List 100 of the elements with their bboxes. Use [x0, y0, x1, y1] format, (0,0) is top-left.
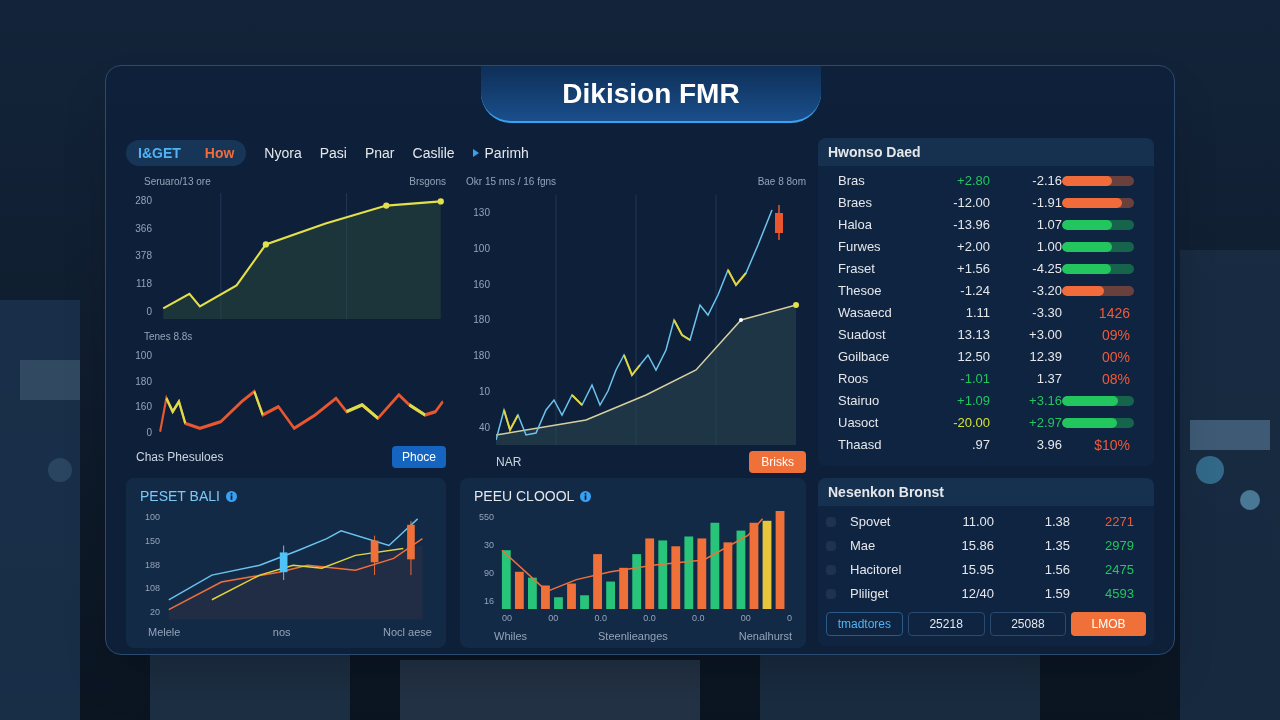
table-cell-text: +3.16 — [1028, 392, 1062, 411]
row-label: Wasaecd — [838, 304, 893, 323]
tab[interactable]: Pnar — [364, 140, 395, 166]
table-cell-text: 4593 — [1104, 585, 1134, 604]
axis-label: 378 — [135, 249, 152, 264]
bar — [645, 538, 655, 609]
chart-button[interactable]: Phoce — [391, 446, 446, 468]
action-button[interactable]: 25218 — [907, 612, 985, 636]
tab[interactable]: I&GET — [126, 140, 193, 166]
table-cell-text: 15.86 — [960, 537, 994, 556]
chart-legend: Bae 8 8om — [757, 174, 806, 189]
table-cell-text: -12.00 — [952, 194, 990, 213]
row-label: Fraset — [838, 260, 876, 279]
row-label: Goilbace — [838, 348, 891, 367]
bar — [541, 585, 550, 609]
card-title: Hwonso Daed — [828, 142, 921, 162]
axis-label: 0.0 — [594, 612, 607, 625]
table-cell-text: 1426 — [1098, 303, 1131, 323]
table-cell-text: 1.11 — [964, 304, 990, 323]
candlestick — [775, 204, 783, 241]
table-cell-text: .97 — [970, 436, 990, 455]
table-cell-text: -2.16 — [1031, 172, 1062, 191]
action-button[interactable]: 25088 — [989, 612, 1067, 636]
table-cell-text: 00% — [1101, 347, 1131, 367]
card-title: PEEU CLOOOL — [474, 487, 575, 506]
bar — [580, 595, 589, 609]
table-cell-text: -1.24 — [959, 282, 990, 301]
data-point — [739, 318, 743, 322]
tab[interactable]: Parimh — [484, 140, 529, 166]
dashboard-title: Dikision FMR — [562, 76, 740, 111]
axis-label: 0 — [146, 425, 152, 440]
axis-label: 10 — [478, 385, 490, 400]
card-title: PESET BALI — [140, 487, 220, 506]
table-cell-text: $10% — [1094, 435, 1131, 455]
tab[interactable]: Nyora — [264, 140, 302, 166]
axis-label: 118 — [136, 277, 152, 292]
info-icon — [225, 491, 237, 502]
table-cell-text: 12.50 — [956, 348, 990, 367]
table-cell-text: 12/40 — [960, 585, 994, 604]
table-cell-text: 15.95 — [960, 561, 994, 580]
axis-label: 0.0 — [643, 612, 656, 625]
table-cell-text: 3.96 — [1035, 436, 1062, 455]
table-cell-text: +2.97 — [1028, 414, 1062, 433]
table-cell-text: 09% — [1101, 325, 1131, 345]
row-label: Uasoct — [838, 414, 880, 433]
row-label: Haloa — [838, 216, 873, 235]
axis-label: Steenlieanges — [598, 628, 668, 644]
bar — [619, 567, 629, 609]
chart-caption: Seruaro/13 ore — [144, 175, 211, 189]
row-label: Mae — [849, 537, 877, 556]
table-cell-text: +1.56 — [956, 260, 990, 279]
row-label: Braes — [838, 194, 873, 213]
table-cell-text: -1.01 — [959, 370, 990, 389]
axis-label: 100 — [144, 511, 160, 524]
row-label: Spovet — [849, 513, 892, 532]
tab[interactable]: Caslile — [412, 140, 455, 166]
axis-label: 180 — [473, 349, 490, 364]
table-cell-text: 2271 — [1104, 513, 1134, 532]
table-cell-text: -20.00 — [952, 414, 990, 433]
row-label: Thaasd — [838, 436, 883, 455]
table-cell-text: +2.00 — [956, 238, 990, 257]
table-cell-text: 08% — [1101, 369, 1131, 389]
axis-label: 150 — [144, 534, 160, 548]
axis-label: Nocl aese — [383, 624, 432, 640]
axis-label: 100 — [135, 348, 152, 363]
row-label: Bras — [838, 172, 866, 191]
table-cell-text: 13.13 — [956, 326, 990, 345]
axis-label: 0 — [146, 304, 152, 319]
bar — [514, 571, 524, 609]
axis-label: 40 — [478, 420, 490, 435]
axis-label: 0.0 — [691, 612, 705, 625]
tab[interactable]: Pasi — [319, 140, 347, 166]
card-title: Nesenkon Bronst — [828, 482, 944, 502]
table-cell-text: 1.00 — [1035, 238, 1062, 257]
table-cell-text: +1.09 — [956, 392, 990, 411]
table-cell-text: 1.07 — [1035, 216, 1062, 235]
axis-label: 00 — [548, 612, 559, 625]
axis-label: 108 — [144, 582, 160, 596]
row-label: Pliliget — [849, 585, 890, 604]
table-cell-text: 1.35 — [1043, 537, 1070, 556]
row-label: Suadost — [838, 326, 887, 345]
row-label: Stairuo — [838, 392, 881, 411]
tab[interactable]: How — [192, 140, 247, 166]
table-cell-text: +2.80 — [956, 172, 990, 191]
axis-label: 0 — [786, 612, 792, 625]
table-cell-text: 12.39 — [1028, 348, 1062, 367]
axis-label: Nenalhurst — [738, 628, 792, 644]
axis-label: 00 — [740, 612, 751, 625]
table-cell-text: 1.37 — [1035, 370, 1062, 389]
table-cell-text: 1.59 — [1043, 585, 1070, 604]
action-button[interactable]: tmadtores — [826, 612, 903, 636]
candlestick — [370, 535, 379, 576]
data-point — [383, 202, 390, 209]
table-cell-text: 1.38 — [1043, 513, 1070, 532]
bar — [671, 546, 681, 609]
bar — [501, 550, 511, 609]
axis-label: 16 — [484, 595, 494, 609]
axis-label: 00 — [502, 612, 512, 625]
candlestick — [407, 520, 415, 576]
chart-footer: NAR — [496, 453, 522, 471]
